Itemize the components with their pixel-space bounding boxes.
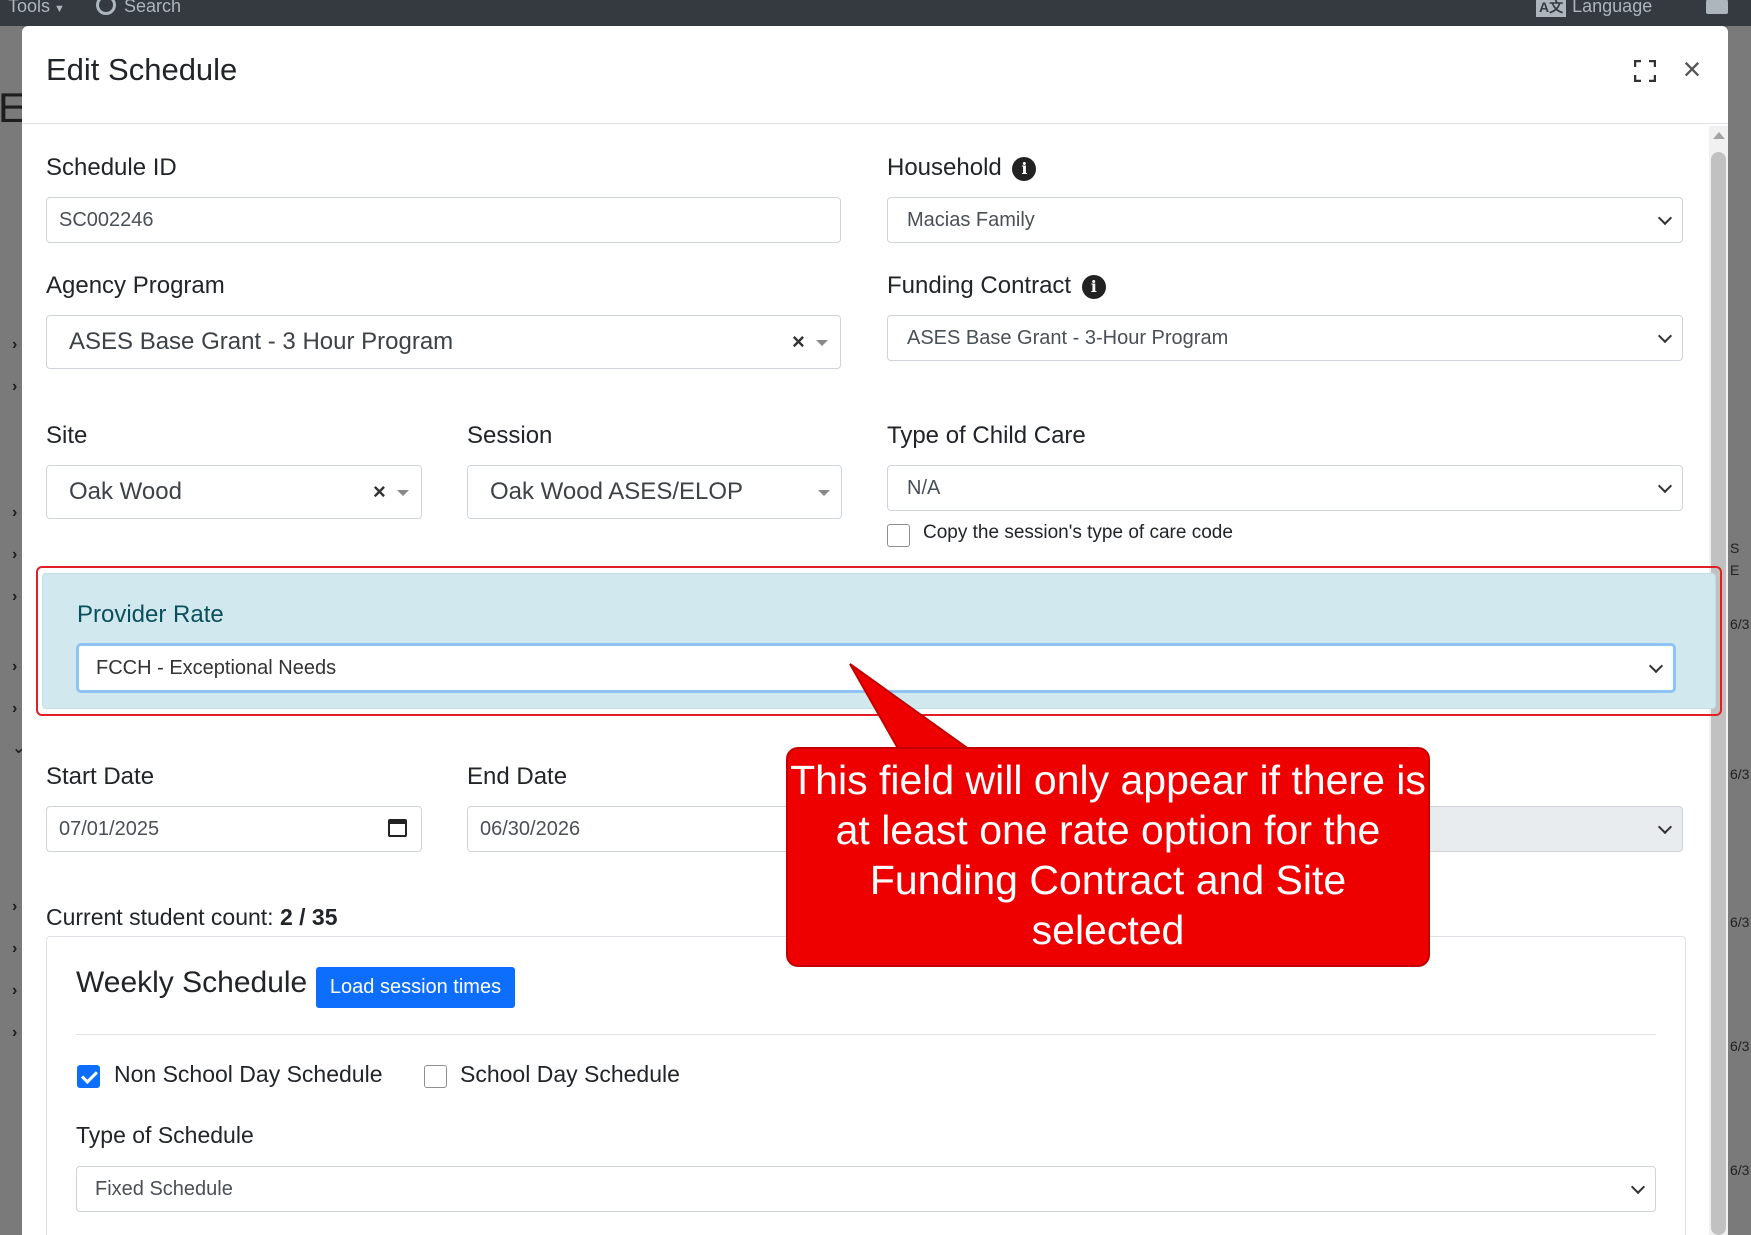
weekly-schedule-title: Weekly Schedule [76,966,308,999]
info-icon[interactable]: i [1012,157,1037,181]
student-count: Current student count: 2 / 35 [46,904,338,931]
provider-rate-select-value: FCCH - Exceptional Needs [96,657,337,679]
funding-contract-label: Funding Contract i [887,272,1106,300]
app-topbar: Tools ▼ Search A文 Language [0,0,1751,26]
background-cell: 6/3 [1730,914,1750,930]
household-label: Household i [887,154,1037,182]
chevron-right-icon: › [12,940,18,957]
caret-down-icon: ▼ [54,3,65,15]
type-of-schedule-select[interactable]: Fixed Schedule [76,1166,1656,1212]
dropdown-arrow-icon [816,340,828,346]
non-school-day-label[interactable]: Non School Day Schedule [114,1061,383,1088]
background-cell: S [1730,540,1740,556]
clear-selection-icon[interactable]: × [373,466,386,518]
background-cell: 6/3 [1730,1162,1750,1178]
site-select-value: Oak Wood [69,478,182,505]
session-select[interactable]: Oak Wood ASES/ELOP [467,465,842,519]
tools-menu[interactable]: Tools ▼ [8,0,65,17]
close-icon[interactable]: × [1678,53,1706,85]
end-date-value: 06/30/2026 [480,818,581,840]
chevron-right-icon: › [12,898,18,915]
student-count-label: Current student count: [46,904,274,930]
search-link[interactable]: Search [96,0,181,17]
site-label: Site [46,422,88,449]
dropdown-arrow-icon [397,490,409,496]
modal-header: Edit Schedule × [22,26,1728,124]
session-label: Session [467,422,553,449]
schedule-id-label: Schedule ID [46,154,177,181]
chevron-right-icon: › [12,546,18,563]
chevron-right-icon: › [12,504,18,521]
annotation-callout: This field will only appear if there is … [786,747,1430,967]
tools-menu-label: Tools [8,0,51,16]
chevron-right-icon: › [12,700,18,717]
schedule-id-field[interactable]: SC002246 [46,197,841,243]
site-select[interactable]: Oak Wood × [46,465,422,519]
agency-program-select-value: ASES Base Grant - 3 Hour Program [69,328,454,355]
bell-icon[interactable] [1706,0,1728,14]
funding-contract-label-text: Funding Contract [887,272,1072,299]
chevron-down-icon [1657,478,1673,494]
background-cell: 6/3 [1730,1038,1750,1054]
background-cell: E [1730,562,1740,578]
language-menu[interactable]: A文 Language [1536,0,1652,17]
funding-contract-select-value: ASES Base Grant - 3-Hour Program [907,327,1229,349]
chevron-down-icon [1648,658,1664,674]
type-of-child-care-select[interactable]: N/A [887,465,1683,511]
household-select-value: Macias Family [907,209,1035,231]
provider-rate-label: Provider Rate [77,601,224,628]
search-icon [96,0,116,16]
scroll-up-arrow-icon[interactable] [1713,132,1725,139]
agency-program-select[interactable]: ASES Base Grant - 3 Hour Program × [46,315,841,369]
load-session-times-button[interactable]: Load session times [316,967,515,1008]
provider-rate-select[interactable]: FCCH - Exceptional Needs [76,643,1676,693]
background-cell: 6/3 [1730,766,1750,782]
chevron-down-icon [1657,819,1673,835]
non-school-day-checkbox[interactable] [77,1065,100,1088]
background-page-right: S E 6/3 6/3 6/3 6/3 6/3 [1728,26,1751,1235]
chevron-right-icon: › [12,588,18,605]
modal-title: Edit Schedule [46,52,238,87]
session-select-value: Oak Wood ASES/ELOP [490,478,744,505]
chevron-right-icon: › [12,336,18,353]
chevron-down-icon [1657,328,1673,344]
clear-selection-icon[interactable]: × [792,316,805,368]
school-day-label[interactable]: School Day Schedule [460,1061,680,1088]
type-of-schedule-select-value: Fixed Schedule [95,1178,233,1200]
search-label: Search [124,0,182,16]
chevron-down-icon [1657,210,1673,226]
calendar-icon[interactable] [388,819,407,837]
chevron-right-icon: › [12,658,18,675]
background-page-left: E › › › › › › › ⌄ › › › › [0,26,26,1235]
background-cell: 6/3 [1730,616,1750,632]
household-select[interactable]: Macias Family [887,197,1683,243]
agency-program-label: Agency Program [46,272,225,299]
dropdown-arrow-icon [818,490,830,496]
fullscreen-icon[interactable] [1634,60,1656,82]
student-count-value: 2 / 35 [279,904,338,930]
divider [76,1034,1656,1035]
translate-icon: A文 [1536,0,1567,17]
type-of-child-care-label: Type of Child Care [887,422,1086,449]
info-icon[interactable]: i [1081,275,1106,299]
start-date-value: 07/01/2025 [59,818,160,840]
end-date-label: End Date [467,763,568,790]
copy-care-code-checkbox[interactable] [887,524,910,547]
chevron-right-icon: › [12,378,18,395]
chevron-right-icon: › [12,982,18,999]
chevron-right-icon: › [12,1024,18,1041]
chevron-down-icon [1630,1179,1646,1195]
type-of-child-care-select-value: N/A [907,477,941,499]
start-date-input[interactable]: 07/01/2025 [46,806,422,852]
language-label: Language [1572,0,1653,16]
type-of-schedule-label: Type of Schedule [76,1122,254,1148]
household-label-text: Household [887,154,1002,181]
funding-contract-select[interactable]: ASES Base Grant - 3-Hour Program [887,315,1683,361]
copy-care-code-label[interactable]: Copy the session's type of care code [923,522,1233,544]
school-day-checkbox[interactable] [424,1065,447,1088]
edit-schedule-modal: Edit Schedule × Schedule ID SC002246 Hou… [22,26,1728,1235]
start-date-label: Start Date [46,763,155,790]
